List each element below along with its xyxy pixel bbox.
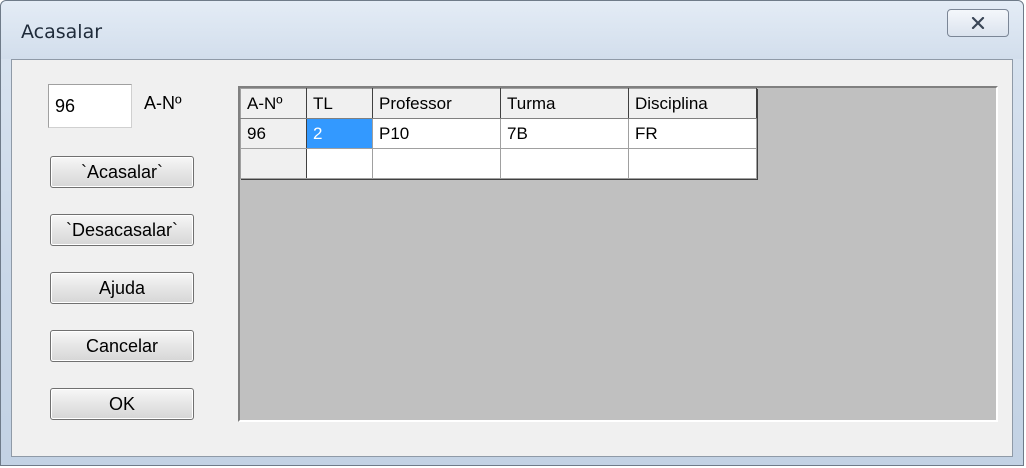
grid-cell-turma[interactable] [500, 148, 629, 179]
dialog-client-area: A-Nº `Acasalar` `Desacasalar` Ajuda Canc… [11, 59, 1013, 457]
grid-cell-tl-selected[interactable]: 2 [306, 118, 373, 149]
cancelar-button[interactable]: Cancelar [50, 330, 194, 362]
table-row[interactable] [240, 148, 757, 179]
ajuda-button[interactable]: Ajuda [50, 272, 194, 304]
an-number-label: A-Nº [144, 93, 182, 113]
title-bar: Acasalar [1, 1, 1023, 59]
grid-cell-disciplina[interactable]: FR [628, 118, 757, 149]
grid-table: A-Nº TL Professor Turma Disciplina 96 2 … [240, 88, 757, 179]
grid-cell-an[interactable] [240, 148, 307, 179]
acasalar-dialog: Acasalar A-Nº `Acasalar` `Desacasalar` A… [0, 0, 1024, 466]
ok-button[interactable]: OK [50, 388, 194, 420]
close-icon [971, 17, 985, 29]
grid-cell-tl[interactable] [306, 148, 373, 179]
grid-header-turma[interactable]: Turma [500, 88, 629, 119]
acasalar-button[interactable]: `Acasalar` [50, 156, 194, 188]
desacasalar-button[interactable]: `Desacasalar` [50, 214, 194, 246]
table-row[interactable]: 96 2 P10 7B FR [240, 118, 757, 149]
grid-cell-turma[interactable]: 7B [500, 118, 629, 149]
window-title: Acasalar [21, 21, 103, 43]
grid-header-tl[interactable]: TL [306, 88, 373, 119]
grid-cell-disciplina[interactable] [628, 148, 757, 179]
grid-header-disciplina[interactable]: Disciplina [628, 88, 757, 119]
grid-cell-an[interactable]: 96 [240, 118, 307, 149]
grid-header-row: A-Nº TL Professor Turma Disciplina [240, 88, 757, 119]
data-grid[interactable]: A-Nº TL Professor Turma Disciplina 96 2 … [238, 86, 998, 422]
grid-cell-professor[interactable]: P10 [372, 118, 501, 149]
an-number-input[interactable] [48, 84, 132, 128]
grid-header-professor[interactable]: Professor [372, 88, 501, 119]
close-button[interactable] [947, 9, 1009, 37]
grid-cell-professor[interactable] [372, 148, 501, 179]
grid-header-an[interactable]: A-Nº [240, 88, 307, 119]
